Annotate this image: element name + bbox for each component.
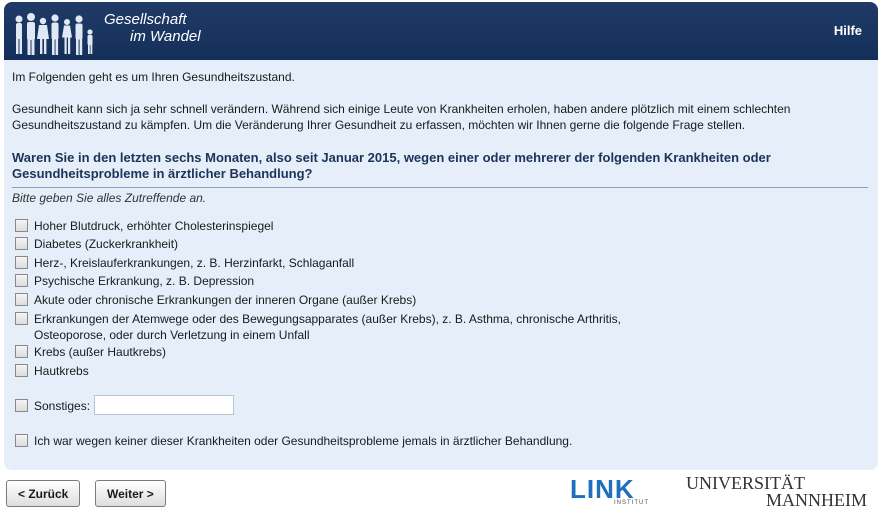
survey-panel: Im Folgenden geht es um Ihren Gesundheit… [4,60,878,470]
logo-line-1: Gesellschaft [104,11,187,28]
logo-line-2: im Wandel [130,28,201,45]
option-label-line-2: Osteoporose, oder durch Verletzung in ei… [34,328,310,342]
option-row: Akute oder chronische Erkrankungen der i… [15,292,416,308]
option-label: Herz-, Kreislauferkrankungen, z. B. Herz… [34,256,355,270]
option-label: Akute oder chronische Erkrankungen der i… [34,293,417,307]
people-silhouettes-icon [15,13,93,55]
option-checkbox[interactable] [15,293,28,306]
option-checkbox[interactable] [15,219,28,232]
next-button[interactable]: Weiter > [95,480,166,507]
other-text-input[interactable] [94,395,235,415]
back-button[interactable]: < Zurück [6,480,81,507]
none-checkbox[interactable] [15,434,28,447]
option-label: Hoher Blutdruck, erhöhter Cholesterinspi… [34,219,274,233]
option-checkbox[interactable] [15,312,28,325]
question-text: Waren Sie in den letzten sechs Monaten, … [12,150,868,188]
option-label: Krebs (außer Hautkrebs) [34,345,167,359]
uni-logo-line-2: MANNHEIM [766,490,867,510]
option-row: Hautkrebs [15,363,89,379]
option-label: Erkrankungen der Atemwege oder des Beweg… [34,311,621,343]
universitaet-mannheim-logo: UNIVERSITÄT MANNHEIM [686,474,867,510]
other-label: Sonstiges: [34,399,91,413]
option-row: Krebs (außer Hautkrebs) [15,344,166,360]
option-label-line-1: Erkrankungen der Atemwege oder des Beweg… [34,312,621,326]
app-logo-text: Gesellschaft im Wandel [104,11,201,45]
option-row: Psychische Erkrankung, z. B. Depression [15,273,254,289]
option-checkbox[interactable] [15,256,28,269]
other-option-row: Sonstiges: [15,395,235,415]
option-row: Hoher Blutdruck, erhöhter Cholesterinspi… [15,218,273,234]
option-label: Psychische Erkrankung, z. B. Depression [34,274,255,288]
option-row: Diabetes (Zuckerkrankheit) [15,236,178,252]
none-option-row: Ich war wegen keiner dieser Krankheiten … [15,433,572,449]
option-label: Hautkrebs [34,364,89,378]
option-row: Herz-, Kreislauferkrankungen, z. B. Herz… [15,255,354,271]
help-link[interactable]: Hilfe [834,23,862,38]
other-checkbox[interactable] [15,399,28,412]
option-row: Erkrankungen der Atemwege oder des Beweg… [15,311,621,343]
header-banner: Gesellschaft im Wandel Hilfe [4,2,878,60]
none-label: Ich war wegen keiner dieser Krankheiten … [34,434,573,448]
link-institut-subtitle: INSTITUT [614,500,649,506]
instruction-text: Bitte geben Sie alles Zutreffende an. [12,191,207,205]
intro-paragraph: Gesundheit kann sich ja sehr schnell ver… [12,102,791,132]
option-checkbox[interactable] [15,345,28,358]
option-checkbox[interactable] [15,237,28,250]
option-checkbox[interactable] [15,274,28,287]
option-label: Diabetes (Zuckerkrankheit) [34,237,179,251]
intro-text: Im Folgenden geht es um Ihren Gesundheit… [12,70,295,84]
link-institut-logo: LINK [570,474,635,504]
option-checkbox[interactable] [15,364,28,377]
